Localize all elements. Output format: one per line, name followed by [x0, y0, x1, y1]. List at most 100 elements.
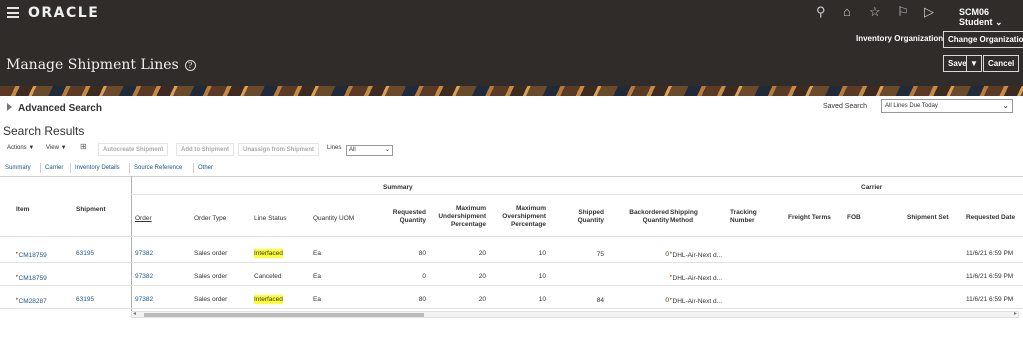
cell-requested-qty: 80 [418, 296, 426, 303]
decorative-banner [0, 86, 1023, 96]
cell-shipping-method: ▸DHL-Air-Next d... [670, 250, 722, 260]
cell-order[interactable]: 97382 [135, 296, 153, 303]
cell-max-under: 20 [478, 296, 486, 303]
col-header-max-undershipment[interactable]: Maximum Undershipment Percentage [430, 205, 486, 229]
autocreate-shipment-button[interactable]: Autocreate Shipment [98, 143, 169, 156]
cell-order[interactable]: 97382 [135, 273, 153, 280]
shipment-lines-table: Summary Carrier Item Shipment Order Orde… [0, 176, 1023, 316]
cell-order[interactable]: 97382 [135, 250, 153, 257]
detach-icon[interactable]: ⊞ [80, 142, 87, 151]
group-header-summary: Summary [383, 184, 413, 191]
home-icon[interactable]: ⌂ [843, 4, 851, 20]
tab-inventory-details[interactable]: Inventory Details [75, 165, 120, 171]
cell-shipment[interactable]: 63195 [76, 296, 94, 303]
tab-separator [40, 163, 41, 173]
view-menu[interactable]: View ▼ [46, 145, 67, 151]
top-bar: ORACLE ⚲ ⌂ ☆ ⚐ ▷ SCM06 Student ⌄ [0, 0, 1023, 28]
scrollbar-thumb[interactable] [144, 313, 424, 317]
col-header-item[interactable]: Item [16, 206, 29, 214]
saved-search-select[interactable]: All Lines Due Today ⌄ [881, 99, 1013, 113]
col-header-shipment-set[interactable]: Shipment Set [907, 214, 949, 222]
col-header-requested-quantity[interactable]: Requested Quantity [376, 209, 426, 225]
cell-max-under: 20 [478, 273, 486, 280]
cell-shipment[interactable]: 63195 [76, 250, 94, 257]
col-header-quantity-uom[interactable]: Quantity UOM [313, 215, 354, 223]
lines-label: Lines [327, 145, 342, 151]
flag-icon[interactable]: ⚐ [897, 4, 909, 20]
col-header-freight-terms[interactable]: Freight Terms [788, 214, 831, 222]
chevron-down-icon: ⌄ [384, 147, 390, 153]
play-icon[interactable]: ▷ [924, 4, 934, 20]
col-header-shipment[interactable]: Shipment [76, 206, 106, 214]
cell-order-type: Sales order [194, 296, 228, 303]
col-header-order[interactable]: Order [135, 215, 152, 223]
lines-select[interactable]: All ⌄ [346, 145, 393, 156]
global-header: ORACLE ⚲ ⌂ ☆ ⚐ ▷ SCM06 Student ⌄ Invento… [0, 0, 1023, 92]
save-menu-button[interactable]: ▼ [966, 55, 982, 72]
tab-carrier[interactable]: Carrier [45, 165, 63, 171]
col-header-tracking-number[interactable]: Tracking Number [730, 209, 764, 225]
expand-triangle-icon [7, 103, 12, 111]
cell-line-status: Interfaced [254, 249, 283, 258]
col-header-fob[interactable]: FOB [847, 214, 861, 222]
tab-separator [129, 163, 130, 173]
cell-max-over: 10 [538, 273, 546, 280]
cell-line-status: Interfaced [254, 295, 283, 304]
saved-search-label: Saved Search [823, 103, 867, 110]
cell-requested-date: 11/6/21 6:59 PM [966, 296, 1014, 303]
tab-source-reference[interactable]: Source Reference [134, 165, 182, 171]
unassign-from-shipment-button[interactable]: Unassign from Shipment [238, 143, 320, 156]
cell-item: ▸CM28287 [16, 296, 47, 306]
chevron-down-icon: ⌄ [1002, 101, 1009, 110]
cell-order-type: Sales order [194, 273, 228, 280]
group-header-carrier: Carrier [861, 184, 883, 191]
col-header-shipped-quantity[interactable]: Shipped Quantity [560, 209, 604, 225]
cell-shipped-qty: 84 [596, 297, 604, 304]
cell-item: ▸CM18759 [16, 250, 47, 260]
tab-other[interactable]: Other [198, 165, 213, 171]
cell-max-over: 10 [538, 296, 546, 303]
cell-max-over: 10 [538, 250, 546, 257]
cancel-button[interactable]: Cancel [983, 55, 1020, 72]
actions-menu[interactable]: Actions ▼ [7, 145, 34, 151]
oracle-logo: ORACLE [28, 5, 100, 21]
page-title: Manage Shipment Lines? [6, 57, 196, 73]
scroll-right-icon[interactable]: ▸ [1014, 310, 1017, 317]
cell-backordered-qty: 0 [665, 297, 669, 304]
add-to-shipment-button[interactable]: Add to Shipment [176, 143, 234, 156]
star-icon[interactable]: ☆ [869, 4, 881, 20]
tab-separator [193, 163, 194, 173]
tab-separator [70, 163, 71, 173]
cell-order-type: Sales order [194, 250, 228, 257]
cell-uom: Ea [313, 296, 321, 303]
tab-summary[interactable]: Summary [5, 165, 31, 171]
col-header-requested-date[interactable]: Requested Date [966, 214, 1015, 222]
cell-shipping-method: ▸DHL-Air-Next d... [670, 296, 722, 306]
col-header-shipping-method[interactable]: Shipping Method [670, 209, 706, 225]
cell-uom: Ea [313, 250, 321, 257]
col-header-order-type[interactable]: Order Type [194, 215, 226, 223]
horizontal-scrollbar[interactable]: ◂ ▸ [131, 311, 1019, 318]
change-organization-button[interactable]: Change Organization [943, 31, 1023, 48]
cell-requested-date: 11/6/21 6:59 PM [966, 250, 1014, 257]
user-menu[interactable]: SCM06 Student ⌄ [959, 7, 1023, 28]
hamburger-icon[interactable] [7, 7, 19, 18]
cell-shipped-qty: 75 [596, 251, 604, 258]
help-icon[interactable]: ? [184, 59, 196, 71]
cell-item: ▸CM18759 [16, 273, 47, 283]
cell-requested-date: 11/6/21 6:59 PM [966, 273, 1014, 280]
advanced-search-toggle[interactable]: Advanced Search [7, 103, 102, 114]
search-results-title: Search Results [3, 124, 85, 138]
cell-max-under: 20 [478, 250, 486, 257]
cell-shipping-method: ▸DHL-Air-Next d... [670, 273, 722, 283]
col-header-max-overshipment[interactable]: Maximum Overshipment Percentage [490, 205, 546, 229]
cell-backordered-qty: 0 [665, 251, 669, 258]
col-header-line-status[interactable]: Line Status [254, 215, 287, 223]
scroll-left-icon[interactable]: ◂ [133, 310, 136, 317]
col-header-backordered-quantity[interactable]: Backordered Quantity [615, 209, 669, 225]
cell-line-status: Canceled [254, 273, 282, 280]
search-icon[interactable]: ⚲ [816, 4, 826, 20]
cell-requested-qty: 80 [418, 250, 426, 257]
cell-requested-qty: 0 [422, 273, 426, 280]
cell-uom: Ea [313, 273, 321, 280]
